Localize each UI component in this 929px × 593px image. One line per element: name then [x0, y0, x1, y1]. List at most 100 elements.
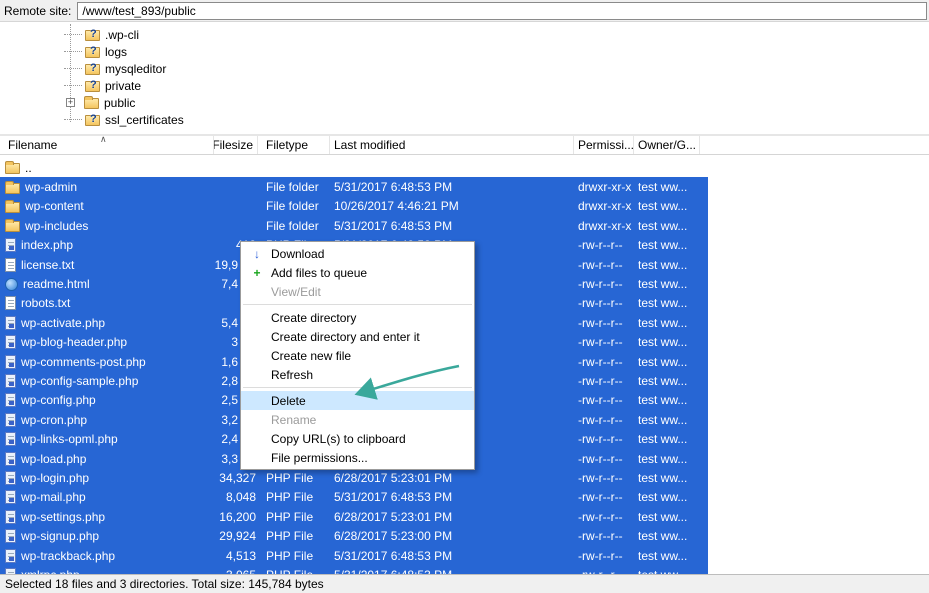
folder-question-icon	[85, 115, 100, 126]
menu-item-create-directory[interactable]: Create directory	[241, 308, 474, 327]
tree-connector	[64, 111, 82, 120]
menu-item-refresh[interactable]: Refresh	[241, 365, 474, 384]
file-row-wp-admin[interactable]: wp-adminFile folder5/31/2017 6:48:53 PMd…	[0, 177, 708, 196]
filesize-cell: 34,327	[214, 471, 258, 485]
file-name: wp-admin	[25, 180, 77, 194]
remote-site-bar: Remote site:	[0, 0, 929, 22]
file-row-[interactable]: ..	[0, 158, 708, 177]
tree-expander-icon[interactable]: +	[66, 98, 75, 107]
column-header-filesize[interactable]: Filesize	[214, 136, 258, 154]
permissions-cell: -rw-r--r--	[574, 452, 634, 466]
file-name: wp-links-opml.php	[21, 432, 118, 446]
tree-item-logs[interactable]: logs	[0, 43, 929, 60]
file-name-cell: wp-admin	[0, 180, 214, 194]
status-text: Selected 18 files and 3 directories. Tot…	[5, 577, 324, 591]
owner-group-cell: test ww...	[634, 413, 700, 427]
php-file-icon	[5, 355, 16, 369]
file-list-header: Filename ∧ Filesize Filetype Last modifi…	[0, 134, 929, 155]
last-modified-cell: 5/31/2017 6:48:53 PM	[330, 219, 574, 233]
file-row-wp-includes[interactable]: wp-includes File folder5/31/2017 6:48:53 …	[0, 216, 708, 235]
permissions-cell: -rw-r--r--	[574, 549, 634, 563]
permissions-cell: -rw-r--r--	[574, 471, 634, 485]
menu-item-create-directory-and-enter-it[interactable]: Create directory and enter it	[241, 327, 474, 346]
context-menu: ↓Download+Add files to queue View/Edit Cre…	[240, 241, 475, 470]
filetype-cell: PHP File	[258, 510, 330, 524]
file-name-cell: wp-config-sample.php	[0, 374, 214, 388]
file-name-cell: robots.txt	[0, 296, 214, 310]
last-modified-cell: 5/31/2017 6:48:53 PM	[330, 549, 574, 563]
menu-item-label: Download	[271, 247, 324, 261]
filesize-cell: 5,4	[214, 316, 240, 330]
owner-group-cell: test ww...	[634, 277, 700, 291]
owner-group-cell: test ww...	[634, 296, 700, 310]
column-header-label: Filesize	[214, 138, 253, 152]
menu-item-file-permissions[interactable]: File permissions...	[241, 448, 474, 467]
menu-item-copy-url-s-to-clipboard[interactable]: Copy URL(s) to clipboard	[241, 429, 474, 448]
filesize-cell: 19,9	[214, 258, 240, 272]
folder-question-icon	[85, 81, 100, 92]
folder-question-icon	[85, 47, 100, 58]
column-header-filename[interactable]: Filename ∧	[0, 136, 214, 154]
column-header-filetype[interactable]: Filetype	[258, 136, 330, 154]
menu-separator	[243, 304, 472, 305]
column-header-permissions[interactable]: Permissi...	[574, 136, 634, 154]
file-row-xmlrpc-php[interactable]: xmlrpc.php3,065PHP File5/31/2017 6:48:53…	[0, 565, 708, 574]
menu-item-label: Delete	[271, 394, 306, 408]
tree-item-ssl-certificates[interactable]: ssl_certificates	[0, 111, 929, 128]
filesize-cell: 1,6	[214, 355, 240, 369]
tree-item-mysqleditor[interactable]: mysqleditor	[0, 60, 929, 77]
file-row-wp-mail-php[interactable]: wp-mail.php8,048PHP File5/31/2017 6:48:5…	[0, 488, 708, 507]
php-file-icon	[5, 529, 16, 543]
menu-item-add-files-to-queue[interactable]: +Add files to queue	[241, 263, 474, 282]
menu-item-create-new-file[interactable]: Create new file	[241, 346, 474, 365]
tree-item-wp-cli[interactable]: .wp-cli	[0, 26, 929, 43]
tree-item-private[interactable]: private	[0, 77, 929, 94]
file-row-wp-content[interactable]: wp-contentFile folder10/26/2017 4:46:21 …	[0, 197, 708, 216]
menu-item-download[interactable]: ↓Download	[241, 244, 474, 263]
tree-item-label: private	[105, 79, 141, 93]
file-name: wp-includes	[25, 219, 88, 233]
menu-item-delete[interactable]: Delete	[241, 391, 474, 410]
php-file-icon	[5, 510, 16, 524]
php-file-icon	[5, 471, 16, 485]
owner-group-cell: test ww...	[634, 490, 700, 504]
status-bar: Selected 18 files and 3 directories. Tot…	[0, 574, 929, 593]
folder-icon	[5, 163, 20, 174]
permissions-cell: -rw-r--r--	[574, 335, 634, 349]
permissions-cell: -rw-r--r--	[574, 413, 634, 427]
owner-group-cell: test ww...	[634, 258, 700, 272]
menu-item-rename: Rename	[241, 410, 474, 429]
owner-group-cell: test ww...	[634, 219, 700, 233]
filetype-cell: File folder	[258, 219, 330, 233]
text-file-icon	[5, 258, 16, 272]
permissions-cell: -rw-r--r--	[574, 277, 634, 291]
file-name: license.txt	[21, 258, 74, 272]
permissions-cell: -rw-r--r--	[574, 374, 634, 388]
file-name-cell: wp-includes	[0, 219, 214, 233]
file-row-wp-settings-php[interactable]: wp-settings.php16,200PHP File6/28/2017 5…	[0, 507, 708, 526]
remote-path-input[interactable]	[77, 2, 927, 20]
menu-item-label: View/Edit	[271, 285, 321, 299]
last-modified-cell: 6/28/2017 5:23:01 PM	[330, 510, 574, 524]
tree-item-label: .wp-cli	[105, 28, 139, 42]
file-row-wp-trackback-php[interactable]: wp-trackback.php4,513PHP File5/31/2017 6…	[0, 546, 708, 565]
file-row-wp-signup-php[interactable]: wp-signup.php29,924PHP File6/28/2017 5:2…	[0, 526, 708, 545]
column-header-owner-group[interactable]: Owner/G...	[634, 136, 700, 154]
file-name: wp-trackback.php	[21, 549, 115, 563]
php-file-icon	[5, 316, 16, 330]
permissions-cell: -rw-r--r--	[574, 432, 634, 446]
filesize-cell: 2,8	[214, 374, 240, 388]
file-name-cell: wp-blog-header.php	[0, 335, 214, 349]
sort-ascending-icon: ∧	[100, 136, 107, 145]
php-file-icon	[5, 452, 16, 466]
php-file-icon	[5, 490, 16, 504]
file-name: ..	[25, 161, 32, 175]
column-header-last-modified[interactable]: Last modified	[330, 136, 574, 154]
file-name-cell: wp-signup.php	[0, 529, 214, 543]
permissions-cell: -rw-r--r--	[574, 529, 634, 543]
permissions-cell: drwxr-xr-x	[574, 199, 634, 213]
filesize-cell: 2,4	[214, 432, 240, 446]
file-row-wp-login-php[interactable]: wp-login.php34,327PHP File6/28/2017 5:23…	[0, 468, 708, 487]
tree-item-public[interactable]: +public	[0, 94, 929, 111]
permissions-cell: -rw-r--r--	[574, 393, 634, 407]
